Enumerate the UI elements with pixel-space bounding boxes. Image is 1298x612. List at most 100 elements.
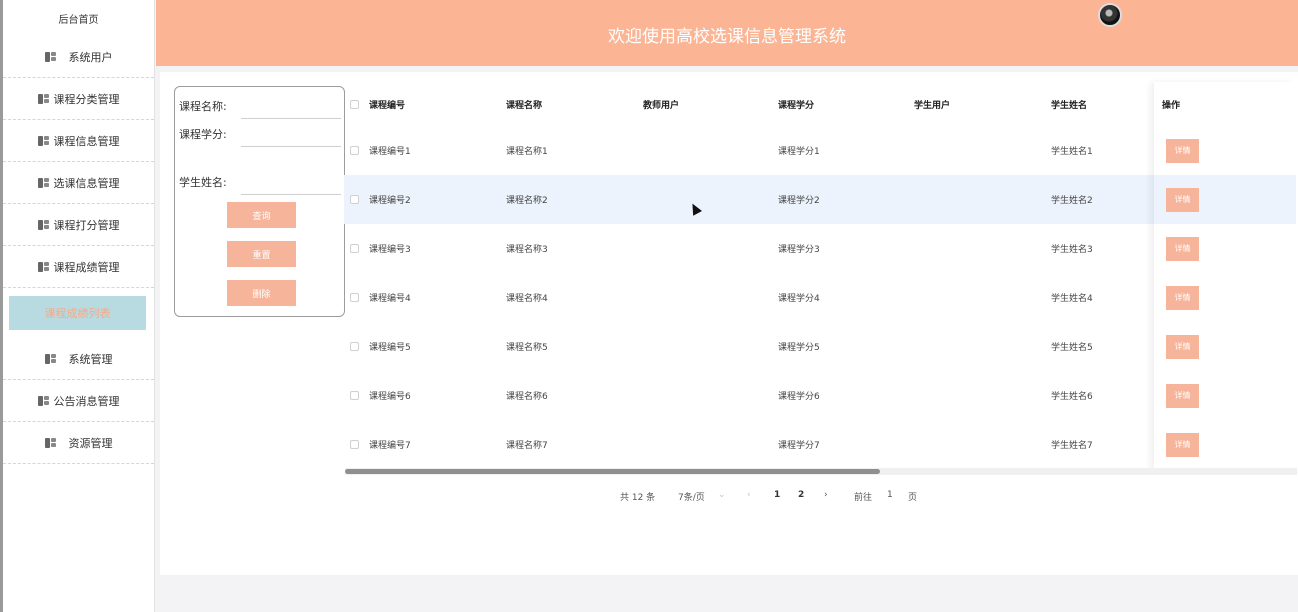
row-checkbox-cell[interactable] [350,126,359,175]
table-cell-course-name: 课程名称2 [506,196,548,206]
row-checkbox[interactable] [350,244,359,253]
row-checkbox[interactable] [350,342,359,351]
sidebar: 后台首页 系统用户课程分类管理 课程信息管理 选课信息管理 课程打分管理 课程成绩管理课… [0,0,155,612]
table-cell-credit: 课程学分1 [778,147,820,157]
table-cell-course-no: 课程编号6 [369,392,411,402]
table-cell-credit: 课程学分5 [778,343,820,353]
course-credit-label: 课程学分: [179,128,227,141]
main-content: 课程名称: 课程学分: 学生姓名: 查询 重置 删除 课程编号 课程名称 教师用户课… [160,72,1298,575]
row-checkbox-cell[interactable] [350,371,359,420]
sidebar-item-4[interactable]: 课程打分管理 [3,204,154,246]
course-credit-input[interactable] [241,128,341,146]
table-cell-credit: 课程学分3 [778,245,820,255]
sidebar-item-label: 系统管理 [68,352,113,366]
sidebar-item-label: 课程成绩管理 [53,260,120,274]
table-cell-course-name: 课程名称7 [506,441,548,451]
table-cell-course-no: 课程编号3 [369,245,411,255]
menu-icon [37,93,50,105]
table-cell-student-name: 学生姓名7 [1051,441,1093,451]
table-cell-student-name: 学生姓名2 [1051,196,1093,206]
student-name-underline [241,194,341,195]
table-cell-credit: 课程学分6 [778,392,820,402]
sidebar-item-9[interactable]: 资源管理 [3,422,154,464]
avatar[interactable] [1098,3,1122,27]
row-checkbox-cell[interactable] [350,175,359,224]
table-cell-credit: 课程学分4 [778,294,820,304]
column-header: 课程编号 [369,100,406,111]
sidebar-item-7[interactable]: 系统管理 [3,338,154,380]
page-number-2[interactable]: 2 [798,490,804,500]
select-all-checkbox-cell[interactable] [350,82,359,126]
pagination-total: 共 12 条 [620,493,656,503]
table-cell-course-name: 课程名称6 [506,392,548,402]
sidebar-item-label: 公告消息管理 [53,394,120,408]
chevron-down-icon[interactable]: ⌄ [718,490,726,500]
sidebar-item-label: 选课信息管理 [53,176,120,190]
goto-page-input[interactable]: 1 [887,490,893,500]
row-checkbox-cell[interactable] [350,273,359,322]
menu-icon [44,353,57,365]
sidebar-item-0[interactable]: 系统用户 [3,36,154,78]
table-cell-course-no: 课程编号1 [369,147,411,157]
course-name-underline [241,118,341,119]
table-cell-course-no: 课程编号4 [369,294,411,304]
fixed-action-column [1154,82,1296,470]
delete-button[interactable]: 删除 [227,280,296,306]
prev-page-icon[interactable]: ‹ [747,490,751,500]
table-cell-course-name: 课程名称4 [506,294,548,304]
menu-icon [37,177,50,189]
column-header: 教师用户 [643,100,680,111]
table-cell-student-name: 学生姓名4 [1051,294,1093,304]
table-cell-course-name: 课程名称3 [506,245,548,255]
course-grade-table: 课程编号 课程名称 教师用户 课程学分 学生用户 学生姓名 操作 课程编号1 课程名称1 课程学分… [344,82,1296,469]
row-checkbox-cell[interactable] [350,224,359,273]
select-all-checkbox[interactable] [350,99,359,109]
sidebar-item-label: 资源管理 [68,436,113,450]
row-checkbox[interactable] [350,195,359,204]
menu-icon [37,261,50,273]
menu-icon [37,135,50,147]
pagination-size-select[interactable]: 7条/页 [678,490,705,503]
table-cell-student-name: 学生姓名3 [1051,245,1093,255]
query-button[interactable]: 查询 [227,202,296,228]
sidebar-home-link[interactable]: 后台首页 [3,0,154,36]
row-checkbox[interactable] [350,440,359,449]
sidebar-item-label: 课程分类管理 [53,92,120,106]
table-cell-student-name: 学生姓名6 [1051,392,1093,402]
course-name-label: 课程名称: [179,100,227,113]
sidebar-item-8[interactable]: 公告消息管理 [3,380,154,422]
sidebar-item-1[interactable]: 课程分类管理 [3,78,154,120]
row-checkbox-cell[interactable] [350,420,359,469]
sidebar-menu: 系统用户课程分类管理 课程信息管理 选课信息管理 课程打分管理 课程成绩管理课程成绩列表… [3,36,154,464]
sidebar-item-5[interactable]: 课程成绩管理 [3,246,154,288]
page-title: 欢迎使用高校选课信息管理系统 [608,27,846,47]
page-suffix: 页 [908,493,918,503]
student-name-label: 学生姓名: [179,176,227,189]
reset-button[interactable]: 重置 [227,241,296,267]
next-page-icon[interactable]: › [824,490,828,500]
table-cell-credit: 课程学分2 [778,196,820,206]
sidebar-item-2[interactable]: 课程信息管理 [3,120,154,162]
sidebar-item-label: 课程信息管理 [53,134,120,148]
sidebar-item-label: 课程成绩列表 [44,307,111,320]
menu-icon [37,395,50,407]
course-name-input[interactable] [241,100,341,118]
student-name-input[interactable] [241,176,341,194]
row-checkbox[interactable] [350,146,359,155]
table-cell-course-name: 课程名称1 [506,147,548,157]
sidebar-item-3[interactable]: 选课信息管理 [3,162,154,204]
horizontal-scrollbar[interactable] [345,469,880,474]
column-header: 学生用户 [914,100,951,111]
row-checkbox[interactable] [350,391,359,400]
sidebar-item-6[interactable]: 课程成绩列表 [9,296,146,330]
column-header: 学生姓名 [1051,100,1088,111]
row-checkbox[interactable] [350,293,359,302]
course-credit-underline [241,146,341,147]
row-checkbox-cell[interactable] [350,322,359,371]
page-number-1[interactable]: 1 [774,490,780,500]
header-bar: 欢迎使用高校选课信息管理系统 [156,0,1298,66]
goto-label: 前往 [854,493,873,503]
sidebar-item-label: 课程打分管理 [53,218,120,232]
column-header: 课程名称 [506,100,543,111]
column-header: 课程学分 [778,100,815,111]
